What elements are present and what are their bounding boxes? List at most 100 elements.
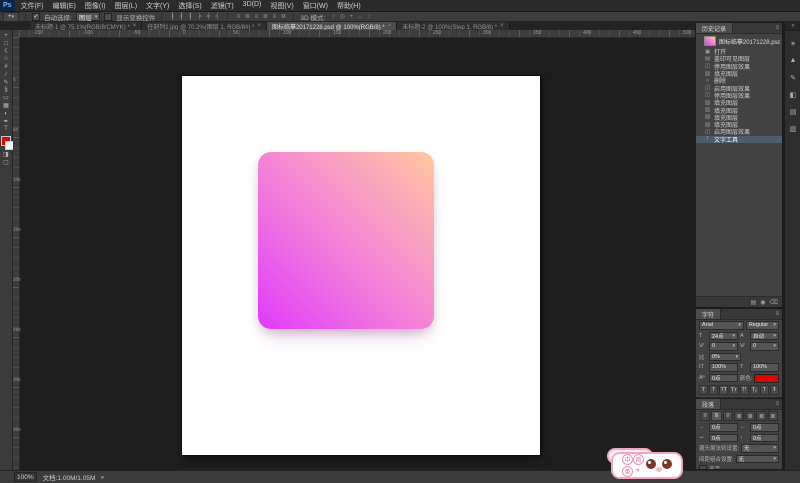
panel-menu-icon[interactable]: ≡ <box>775 25 779 31</box>
history-state[interactable]: ▨ 填充图层 <box>696 114 782 122</box>
menu-item[interactable]: 3D(D) <box>243 1 262 11</box>
close-tab-icon[interactable]: × <box>500 23 504 29</box>
align-button[interactable]: ≣ <box>756 411 767 421</box>
paths-icon[interactable]: ▥ <box>785 122 800 135</box>
gradient-icon-artwork[interactable] <box>258 152 434 329</box>
history-state[interactable]: ▨ 填充图层 <box>696 70 782 79</box>
align-button[interactable]: ╂ <box>177 13 185 21</box>
mode-button[interactable]: ○ <box>329 13 337 21</box>
channels-icon[interactable]: ▤ <box>785 105 800 118</box>
type-style-button[interactable]: TT <box>719 384 729 395</box>
distribute-button[interactable]: ≡ <box>270 13 278 21</box>
show-transform-checkbox[interactable] <box>104 12 113 21</box>
new-snapshot-icon[interactable]: ◉ <box>760 299 765 306</box>
align-button[interactable]: ≡ <box>722 411 733 421</box>
photoshop-logo[interactable]: Ps <box>0 0 15 11</box>
auto-select-checkbox[interactable]: ✓ <box>32 12 40 21</box>
align-button[interactable]: ≣ <box>767 411 778 421</box>
paragraph-panel-tab[interactable]: 段落 <box>696 399 722 409</box>
magic-wand-tool[interactable]: ☆ <box>0 55 13 63</box>
mode-button[interactable]: ↕ <box>365 13 373 21</box>
move-tool[interactable]: + <box>0 32 13 40</box>
menu-item[interactable]: 视图(V) <box>270 1 293 11</box>
text-color-swatch[interactable] <box>754 373 779 383</box>
type-style-button[interactable]: T <box>759 384 769 395</box>
menu-item[interactable]: 选择(S) <box>178 1 201 11</box>
status-arrow-icon[interactable]: ▸ <box>101 473 104 481</box>
styles-icon[interactable]: ▲ <box>785 54 800 67</box>
gradient-tool[interactable]: ▦ <box>0 102 13 110</box>
align-button[interactable]: ┝ <box>195 13 203 21</box>
mode-button[interactable]: + <box>347 13 355 21</box>
horizontal-scale-field[interactable]: 100% <box>750 363 779 372</box>
adjustments-icon[interactable]: ☀ <box>785 37 800 50</box>
menu-item[interactable]: 窗口(W) <box>303 1 328 11</box>
menu-item[interactable]: 图层(L) <box>114 1 137 11</box>
right-indent-field[interactable]: 0点 <box>750 423 779 432</box>
proportional-spacing-field[interactable]: 0% ▾ <box>709 352 741 361</box>
collapse-panels-button[interactable]: « <box>785 22 800 31</box>
align-button[interactable]: ┥ <box>213 13 221 21</box>
history-state[interactable]: ◫ 停用图层效果 <box>696 63 782 71</box>
align-button[interactable]: ┿ <box>204 13 212 21</box>
screen-mode-icon[interactable]: ▢ <box>0 159 13 167</box>
kerning-field[interactable]: 0 ▾ <box>709 342 738 351</box>
zoom-level-field[interactable]: 100% <box>14 472 37 482</box>
history-state[interactable]: T 文字工具 <box>696 135 782 144</box>
menu-item[interactable]: 文字(Y) <box>146 1 169 11</box>
font-style-select[interactable]: Regular ▾ <box>745 321 779 330</box>
clone-stamp-tool[interactable]: § <box>0 87 13 95</box>
distribute-button[interactable]: ≣ <box>279 13 287 21</box>
leading-field[interactable]: 自动 ▾ <box>750 331 779 340</box>
vertical-scale-field[interactable]: 100% <box>709 363 738 372</box>
history-panel-tab[interactable]: 历史记录 <box>696 23 734 33</box>
history-state[interactable]: ◫ 启用图层效果 <box>696 128 782 137</box>
distribute-button[interactable]: ≣ <box>261 13 269 21</box>
pen-tool[interactable]: ✒ <box>0 118 13 126</box>
distribute-button[interactable]: ≡ <box>234 13 242 21</box>
font-family-select[interactable]: Arial ▾ <box>699 321 744 330</box>
distribute-button[interactable]: ≡ <box>252 13 260 21</box>
menu-item[interactable]: 编辑(E) <box>53 1 76 11</box>
eyedropper-tool[interactable]: / <box>0 71 13 79</box>
type-style-button[interactable]: T¹ <box>739 384 749 395</box>
type-style-button[interactable]: T <box>699 384 709 395</box>
menu-item[interactable]: 滤镜(T) <box>211 1 234 11</box>
brush-presets-icon[interactable]: ✎ <box>785 71 800 84</box>
type-style-button[interactable]: T <box>709 384 719 395</box>
menu-item[interactable]: 帮助(H) <box>337 1 361 11</box>
document-tab[interactable]: 图标临摹20171228.psd @ 100%(RGB/8) * × <box>266 22 398 30</box>
close-tab-icon[interactable]: × <box>133 23 137 29</box>
align-button[interactable]: ≡ <box>700 411 711 421</box>
align-button[interactable]: ┨ <box>186 13 194 21</box>
brush-tool[interactable]: ✎ <box>0 79 13 87</box>
document-tab[interactable]: 未标题-1 @ 75.1%(RGB/8/CMYK) * × <box>30 22 143 30</box>
mode-button[interactable]: ↔ <box>356 13 364 21</box>
type-tool[interactable]: T <box>0 126 13 134</box>
delete-state-icon[interactable]: ⌫ <box>770 299 778 306</box>
panel-menu-icon[interactable]: ≡ <box>775 401 779 407</box>
align-button[interactable]: ≡ <box>711 411 722 421</box>
space-before-field[interactable]: 0点 <box>750 433 779 442</box>
baseline-shift-field[interactable]: 0点 <box>709 373 738 383</box>
font-size-field[interactable]: 24点 ▾ <box>709 331 738 340</box>
align-button[interactable]: ≣ <box>745 411 756 421</box>
type-style-button[interactable]: Ŧ <box>769 384 779 395</box>
auto-select-dropdown[interactable]: 图层 ▾ <box>75 12 101 22</box>
menu-item[interactable]: 文件(F) <box>21 1 44 11</box>
history-state[interactable]: ▨ 填充图层 <box>696 99 782 108</box>
history-state[interactable]: ▨ 填充图层 <box>696 106 782 115</box>
menu-item[interactable]: 图像(I) <box>85 1 106 11</box>
left-indent-field[interactable]: 0点 <box>709 423 738 432</box>
panel-menu-icon[interactable]: ≡ <box>775 311 779 317</box>
document-tab[interactable]: 未标题-2 @ 100%(Step 1, RGB/8) * × <box>397 22 510 30</box>
distribute-button[interactable]: ≣ <box>243 13 251 21</box>
character-panel-tab[interactable]: 字符 <box>696 309 722 319</box>
first-line-indent-field[interactable]: 0点 <box>709 433 738 442</box>
type-style-button[interactable]: Tт <box>729 384 739 395</box>
new-document-from-state-icon[interactable]: ▤ <box>751 299 757 306</box>
eraser-tool[interactable]: ▭ <box>0 94 13 102</box>
clone-source-icon[interactable]: ◧ <box>785 88 800 101</box>
close-tab-icon[interactable]: × <box>388 23 392 29</box>
quick-mask-icon[interactable]: ◨ <box>0 151 13 159</box>
